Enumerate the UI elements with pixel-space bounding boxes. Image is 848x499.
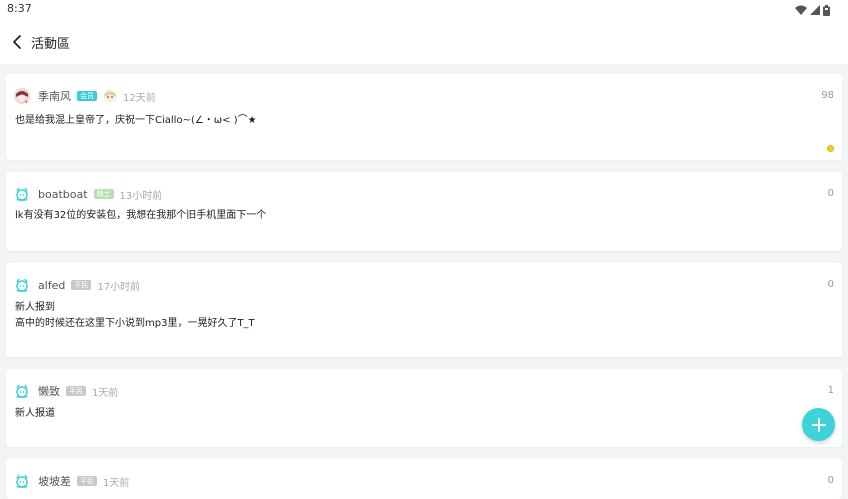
default-avatar-icon [16, 384, 28, 398]
post-time: 1天前 [92, 387, 119, 399]
user-level-badge: 平民 [71, 280, 92, 290]
post-content: 也是给我混上皇帝了，庆祝一下Ciallo~(∠・ω< )⌒★ [15, 113, 257, 129]
default-avatar-icon [16, 187, 28, 201]
reply-count: 0 [827, 188, 834, 199]
battery-icon [823, 4, 830, 16]
back-button[interactable] [6, 30, 28, 54]
reply-count: 98 [821, 90, 834, 101]
post-username[interactable]: 坡坡差 [38, 473, 71, 489]
default-avatar-icon [16, 474, 28, 488]
user-level-badge: 平民 [77, 476, 97, 486]
post-time: 17小时前 [97, 281, 141, 293]
post-card[interactable]: boatboat 骑士 13小时前 0 lk有没有32位的安装包，我想在我那个旧… [6, 172, 842, 251]
post-content-line: 高中的时候还在这里下小说到mp3里，一晃好久了T_T [15, 318, 255, 329]
post-content: lk有没有32位的安装包，我想在我那个旧手机里面下一个 [15, 208, 266, 224]
post-content: 新人报道 [15, 406, 55, 422]
post-header: 坡坡差 平民 1天前 [14, 473, 129, 489]
post-content: 新人报到 高中的时候还在这里下小说到mp3里，一晃好久了T_T [15, 300, 255, 332]
user-level-badge: 骑士 [93, 189, 114, 199]
user-level-badge: 会员 [77, 91, 97, 101]
post-header: alfed 平民 17小时前 [14, 277, 140, 293]
post-username[interactable]: 季南风 [38, 88, 71, 104]
avatar[interactable] [14, 277, 30, 293]
new-post-button[interactable] [802, 408, 835, 441]
post-header: boatboat 骑士 13小时前 [14, 186, 162, 202]
status-bar: 8:37 [0, 0, 848, 20]
post-username[interactable]: boatboat [38, 188, 88, 201]
status-dot-icon [827, 145, 834, 152]
post-time: 13小时前 [119, 190, 163, 202]
status-icons [795, 4, 830, 16]
user-level-badge: 平民 [66, 386, 86, 396]
avatar[interactable] [14, 88, 30, 104]
default-avatar-icon [16, 278, 28, 292]
post-card[interactable]: 懒致 平民 1天前 1 新人报道 [6, 369, 842, 447]
post-content-line: lk有没有32位的安装包，我想在我那个旧手机里面下一个 [15, 210, 267, 221]
plus-icon [811, 417, 826, 432]
post-time: 12天前 [123, 92, 156, 104]
reply-count: 1 [827, 385, 834, 396]
post-card[interactable]: 季南风 会员 12天前 98 也是给我混上皇帝了，庆祝一下Ciallo~(∠・ω… [6, 74, 842, 160]
post-content-line: 新人报到 [15, 302, 55, 313]
post-header: 季南风 会员 12天前 [14, 88, 156, 104]
status-time: 8:37 [7, 2, 32, 15]
post-header: 懒致 平民 1天前 [14, 383, 118, 399]
page-title: 活動區 [31, 37, 71, 52]
signal-icon [810, 5, 820, 15]
avatar[interactable] [14, 473, 30, 489]
avatar[interactable] [14, 186, 30, 202]
post-username[interactable]: alfed [38, 279, 65, 292]
character-sticker-icon [103, 89, 117, 103]
chevron-left-icon [13, 35, 21, 49]
post-time: 1天前 [103, 477, 130, 489]
wifi-icon [795, 5, 807, 15]
post-card[interactable]: 坡坡差 平民 1天前 0 [6, 459, 842, 499]
post-content-line: 也是给我混上皇帝了，庆祝一下Ciallo~(∠・ω< )⌒★ [15, 115, 257, 126]
post-username[interactable]: 懒致 [38, 383, 60, 399]
post-content-line: 新人报道 [15, 408, 55, 419]
reply-count: 0 [827, 279, 834, 290]
post-card[interactable]: alfed 平民 17小时前 0 新人报到 高中的时候还在这里下小说到mp3里，… [6, 263, 842, 357]
avatar[interactable] [14, 383, 30, 399]
app-bar: 活動區 [0, 20, 848, 64]
